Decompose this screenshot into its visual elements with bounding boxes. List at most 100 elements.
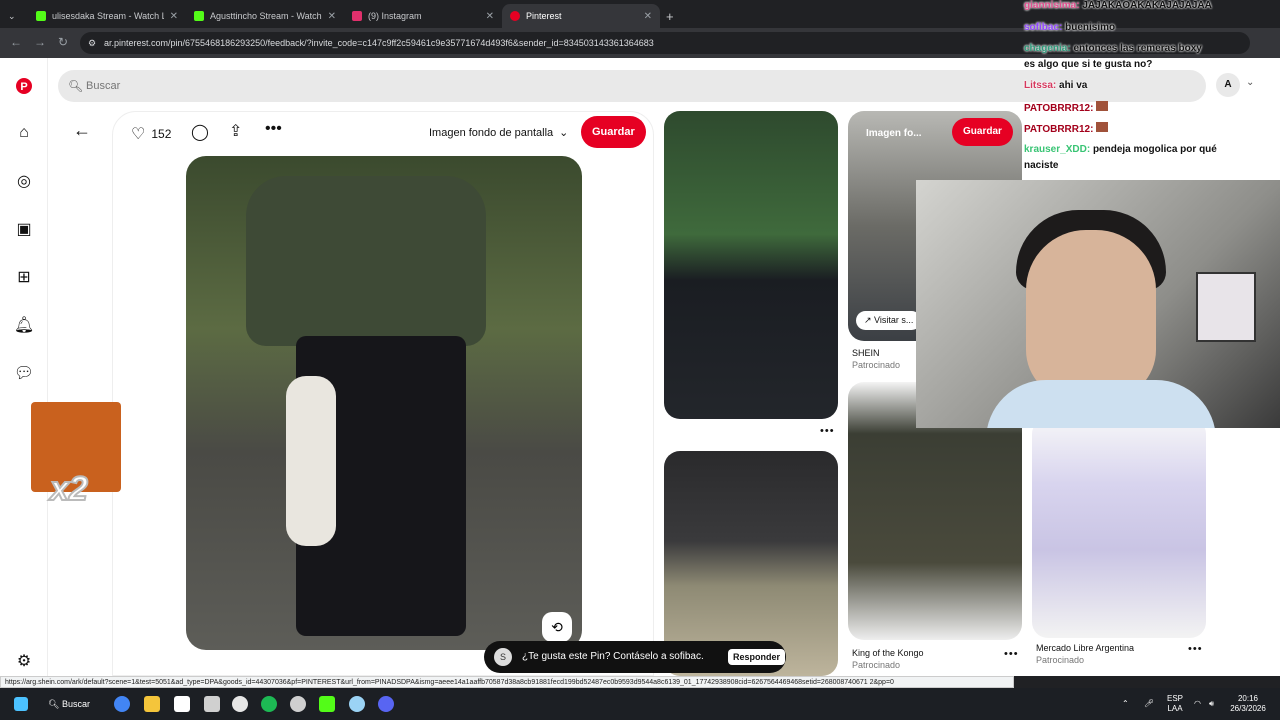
chat-username: giannisima: [1024,0,1080,11]
notion-icon[interactable] [174,696,190,712]
new-tab-button[interactable]: + [662,4,682,28]
tab-title: Agusttincho Stream - Watch Live [209,11,322,21]
wall-poster [1196,272,1256,342]
language-code: ESP [1166,694,1183,703]
chat-username: Litssa: [1024,80,1057,91]
emote-multiplier: x2 [49,469,89,509]
chat-message: PATOBRRR12: [1024,101,1109,114]
chatgpt-icon[interactable] [232,696,248,712]
chat-message: sofibac: buenisimo [1024,22,1115,33]
grid-pin-image[interactable] [1032,418,1206,638]
feedback-toast: S ¿Te gusta este Pin? Contáselo a sofiba… [484,641,786,673]
wifi-icon[interactable]: ◠ [1194,699,1201,709]
tab-agusttincho[interactable]: Agusttincho Stream - Watch Live ✕ [186,4,344,28]
clock[interactable]: 20:16 26/3/2026 [1226,694,1270,714]
tab-instagram[interactable]: (9) Instagram ✕ [344,4,502,28]
like-count: 152 [151,127,172,141]
forward-icon[interactable]: → [34,35,46,49]
snipping-icon[interactable] [204,696,220,712]
save-button[interactable]: Guardar [952,118,1013,146]
kick-icon[interactable] [319,696,335,712]
chevron-up-icon[interactable]: ⌃ [1122,699,1129,709]
board-select-label[interactable]: Imagen fo... [866,128,922,139]
chat-text: naciste [1024,160,1059,171]
streamer-face [1026,230,1156,400]
status-url-bar: https://arg.shein.com/ark/default?scene=… [0,676,1014,688]
chevron-down-icon: ⌄ [559,127,569,139]
chat-message: es algo que si te gusta no? [1024,59,1152,70]
tab-pinterest[interactable]: Pinterest ✕ [502,4,660,28]
save-button[interactable]: Guardar [581,116,646,148]
pinterest-logo-icon[interactable]: P [14,76,34,96]
visit-site-label: Visitar s... [874,315,914,325]
tab-ulisesdaka[interactable]: ulisesdaka Stream - Watch Live ✕ [28,4,186,28]
tab-title: (9) Instagram [368,11,422,21]
boards-icon[interactable]: ▣ [14,219,34,239]
pin-title[interactable]: King of the Kongo [852,648,924,658]
chat-message: naciste [1024,160,1058,171]
tab-menu-button[interactable]: ⌄ [4,4,24,28]
settings-icon[interactable]: ⚙ [14,651,34,671]
site-info-icon[interactable]: ⚙ [88,32,96,54]
home-icon[interactable]: ⌂ [14,123,34,143]
chat-text: es algo que si te gusta no? [1024,59,1153,70]
search-icon: 🔍︎ [68,79,84,93]
share-icon[interactable]: ⇪ [229,121,242,141]
taskbar-search[interactable]: 🔍︎ Buscar [48,694,90,714]
explore-icon[interactable]: ◎ [14,171,34,191]
reload-icon[interactable]: ↻ [58,35,68,49]
image-bag [286,376,336,546]
chat-text: pendeja mogolica por qué [1092,144,1217,155]
pin-detail-card: ← ♡ 152 ◯ ⇪ ••• Imagen fondo de pantalla… [73,111,654,676]
reply-button[interactable]: Responder [728,649,786,665]
chat-text: buenisimo [1065,22,1116,33]
grid-pin-image[interactable] [664,111,838,419]
obs-icon[interactable] [290,696,306,712]
more-options-icon[interactable]: ••• [265,120,282,138]
board-select[interactable]: Imagen fondo de pantalla ⌄ [429,126,569,140]
chat-message: chagenia: entonces las remeras boxy [1024,43,1202,54]
webcam-overlay [916,180,1280,428]
chat-username: chagenia: [1024,43,1071,54]
windows-start-icon[interactable] [14,697,28,711]
back-icon[interactable]: ← [10,35,22,49]
search-placeholder: Buscar [86,80,121,92]
close-icon[interactable]: ✕ [486,11,494,22]
explorer-icon[interactable] [144,696,160,712]
pin-title[interactable]: SHEIN [852,348,880,358]
pin-toolbar: ← ♡ 152 ◯ ⇪ ••• Imagen fondo de pantalla… [73,112,653,156]
chat-message: krauser_XDD: pendeja mogolica por qué [1024,144,1217,155]
language-indicator[interactable]: ESP LAA [1163,694,1187,714]
back-arrow-icon[interactable]: ← [73,120,91,141]
pin-title[interactable]: Mercado Libre Argentina [1036,643,1134,653]
chat-username: PATOBRRR12: [1024,103,1094,114]
close-icon[interactable]: ✕ [644,11,652,22]
emote-icon [1096,122,1109,132]
microphone-icon[interactable]: 🎤︎ [1144,699,1154,709]
visit-site-button[interactable]: ↗ Visitar s... [856,311,922,330]
comment-icon[interactable]: ◯ [191,122,209,142]
ccleaner-icon[interactable] [349,696,365,712]
discord-icon[interactable] [378,696,394,712]
close-icon[interactable]: ✕ [170,11,178,22]
close-icon[interactable]: ✕ [328,11,336,22]
image-sweater [246,176,486,346]
notifications-icon[interactable]: 🔔︎ [14,315,34,335]
more-options-icon[interactable]: ••• [820,425,835,437]
more-options-icon[interactable]: ••• [1004,648,1019,660]
pin-main-image[interactable]: ⟲ [186,156,582,650]
spotify-icon[interactable] [261,696,277,712]
like-button[interactable]: ♡ 152 [131,124,171,144]
board-select-label: Imagen fondo de pantalla [429,126,554,139]
taskbar-search-label: Buscar [61,699,90,709]
visual-search-icon[interactable]: ⟲ [542,612,572,642]
messages-icon[interactable]: 💬︎ [14,363,34,383]
keyboard-layout: LAA [1167,704,1183,713]
chrome-icon[interactable] [114,696,130,712]
volume-icon[interactable]: 🔊︎ [1209,699,1214,709]
create-icon[interactable]: ⊞ [14,267,34,287]
chat-text: ahi va [1059,80,1088,91]
svg-text:P: P [20,81,27,93]
more-options-icon[interactable]: ••• [1188,643,1203,655]
tab-title: ulisesdaka Stream - Watch Live [51,11,164,21]
